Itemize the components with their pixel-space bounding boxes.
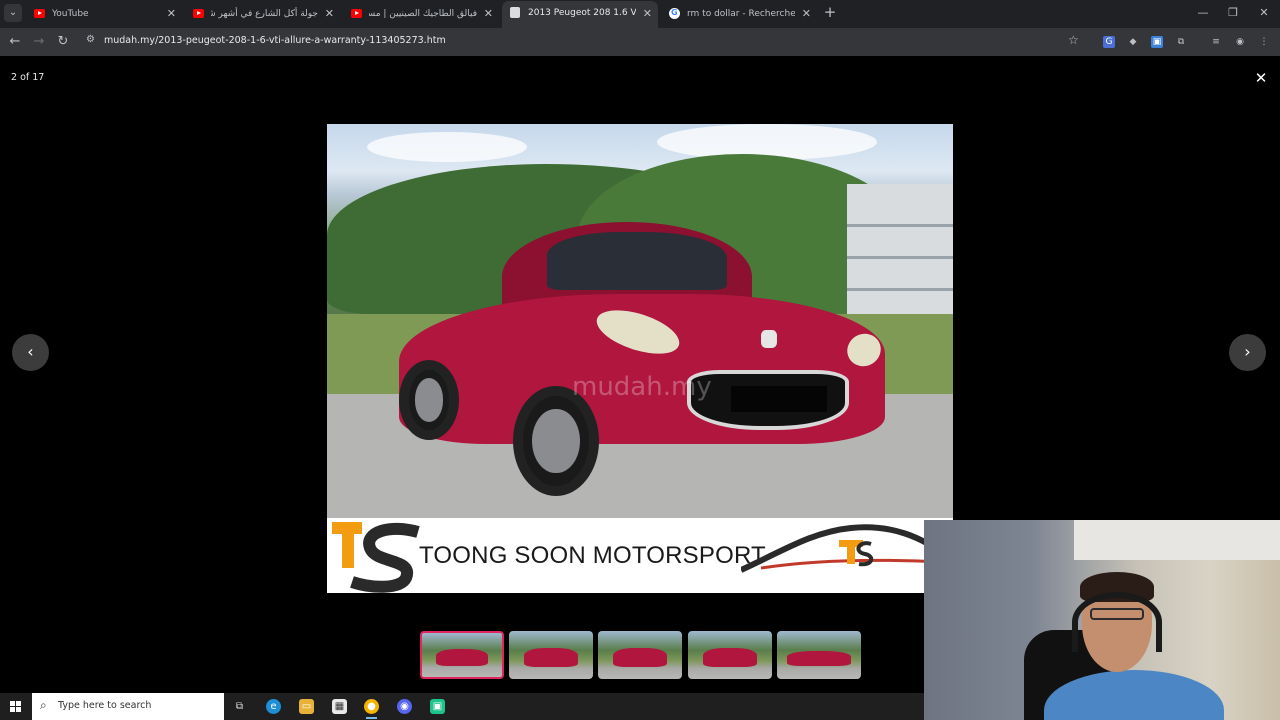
- tab-close-icon[interactable]: ✕: [325, 2, 334, 26]
- tab-title: فيالق الطاجيك الصينيين | مسلمو...: [369, 9, 477, 19]
- tab-title: 2013 Peugeot 208 1.6 VTi ALLURE: [528, 8, 636, 18]
- next-image-button[interactable]: ›: [1229, 334, 1266, 371]
- tab-street-food[interactable]: جولة أكل الشارع في أشهر شارع ... ✕: [185, 2, 340, 26]
- youtube-icon: [34, 9, 45, 18]
- page-icon: [510, 7, 520, 18]
- youtube-icon: [193, 9, 204, 18]
- file-explorer-icon[interactable]: ▭: [299, 699, 314, 714]
- tab-close-icon[interactable]: ✕: [802, 2, 811, 26]
- youtube-icon: [351, 9, 362, 18]
- tab-title: جولة أكل الشارع في أشهر شارع ...: [211, 9, 318, 19]
- tab-close-icon[interactable]: ✕: [643, 1, 652, 26]
- thumbnail-3[interactable]: [598, 631, 682, 679]
- cloud: [367, 132, 527, 162]
- dealer-car-logo-icon: [741, 524, 953, 573]
- gallery-close-icon[interactable]: ✕: [1252, 69, 1270, 87]
- restore-icon[interactable]: ❐: [1218, 5, 1248, 21]
- webcam-ceiling: [1074, 520, 1280, 560]
- webcam-overlay: [924, 520, 1280, 720]
- previous-image-button[interactable]: ‹: [12, 334, 49, 371]
- store-icon[interactable]: ▦: [332, 699, 347, 714]
- tab-close-icon[interactable]: ✕: [484, 2, 493, 26]
- screenshot-extension-icon[interactable]: ▣: [1151, 36, 1163, 48]
- tab-title: YouTube: [52, 9, 89, 19]
- minimize-icon[interactable]: —: [1188, 5, 1218, 21]
- tab-peugeot[interactable]: 2013 Peugeot 208 1.6 VTi ALLURE ✕: [502, 1, 658, 28]
- extensions-puzzle-icon[interactable]: ⧉: [1175, 36, 1187, 48]
- thumbnail-5[interactable]: [777, 631, 861, 679]
- search-placeholder: Type here to search: [58, 700, 152, 711]
- license-plate: [731, 386, 827, 412]
- discord-icon[interactable]: ◉: [397, 699, 412, 714]
- dealer-name: TOONG SOON MOTORSPORT: [419, 542, 766, 569]
- url-text[interactable]: mudah.my/2013-peugeot-208-1-6-vti-allure…: [104, 35, 446, 46]
- tab-search-chevron-icon[interactable]: ⌄: [4, 4, 22, 22]
- browser-toolbar: ← → ↻ ⚙ mudah.my/2013-peugeot-208-1-6-vt…: [0, 28, 1280, 56]
- tab-close-icon[interactable]: ✕: [167, 2, 176, 26]
- main-car-photo: mudah.my: [327, 124, 953, 518]
- new-tab-button[interactable]: +: [822, 4, 838, 22]
- search-icon: ⌕: [40, 698, 47, 712]
- thumbnail-2[interactable]: [509, 631, 593, 679]
- ts-logo-icon: [332, 522, 420, 593]
- tab-youtube[interactable]: YouTube ✕: [26, 2, 182, 26]
- headset-icon: [1072, 592, 1162, 652]
- site-info-icon[interactable]: ⚙: [86, 34, 95, 45]
- diamond-extension-icon[interactable]: ◆: [1127, 36, 1139, 48]
- windows-taskbar: ⌕ Type here to search ⧉ e ▭ ▦ ● ◉ ▣: [0, 693, 924, 720]
- menu-kebab-icon[interactable]: ⋮: [1258, 36, 1270, 48]
- bookmark-star-icon[interactable]: ☆: [1068, 33, 1079, 47]
- task-view-icon[interactable]: ⧉: [232, 699, 247, 714]
- forward-icon[interactable]: →: [30, 33, 48, 51]
- windows-start-icon[interactable]: [10, 701, 22, 713]
- car-wheel: [399, 360, 459, 440]
- tab-google[interactable]: rm to dollar - Recherche Google ✕: [661, 2, 817, 26]
- mudah-watermark: mudah.my: [572, 372, 712, 402]
- chrome-icon[interactable]: ●: [364, 699, 379, 719]
- media-control-icon[interactable]: ≡: [1210, 36, 1222, 48]
- thumbnail-strip: [420, 631, 864, 679]
- glasses-icon: [1090, 608, 1144, 620]
- taskbar-search[interactable]: ⌕ Type here to search: [32, 693, 224, 720]
- edge-icon[interactable]: e: [266, 699, 281, 714]
- tab-tajik[interactable]: فيالق الطاجيك الصينيين | مسلمو... ✕: [343, 2, 499, 26]
- car-windshield: [547, 232, 727, 290]
- google-icon: [669, 2, 680, 25]
- image-counter: 2 of 17: [11, 72, 45, 83]
- address-bar[interactable]: ⚙ mudah.my/2013-peugeot-208-1-6-vti-allu…: [78, 32, 1098, 52]
- tab-title: rm to dollar - Recherche Google: [687, 9, 795, 19]
- car-wheel: [513, 386, 599, 496]
- peugeot-badge-icon: [761, 330, 777, 348]
- profile-icon[interactable]: ◉: [1234, 36, 1246, 48]
- translate-extension-icon[interactable]: G: [1103, 36, 1115, 48]
- tab-strip: ⌄ YouTube ✕ جولة أكل الشارع في أشهر شارع…: [0, 0, 1280, 28]
- reload-icon[interactable]: ↻: [54, 33, 72, 51]
- thumbnail-1[interactable]: [420, 631, 504, 679]
- thumbnail-4[interactable]: [688, 631, 772, 679]
- dealer-banner: TOONG SOON MOTORSPORT: [327, 518, 953, 593]
- back-icon[interactable]: ←: [6, 33, 24, 51]
- window-close-icon[interactable]: ✕: [1249, 5, 1279, 21]
- app-icon[interactable]: ▣: [430, 699, 445, 714]
